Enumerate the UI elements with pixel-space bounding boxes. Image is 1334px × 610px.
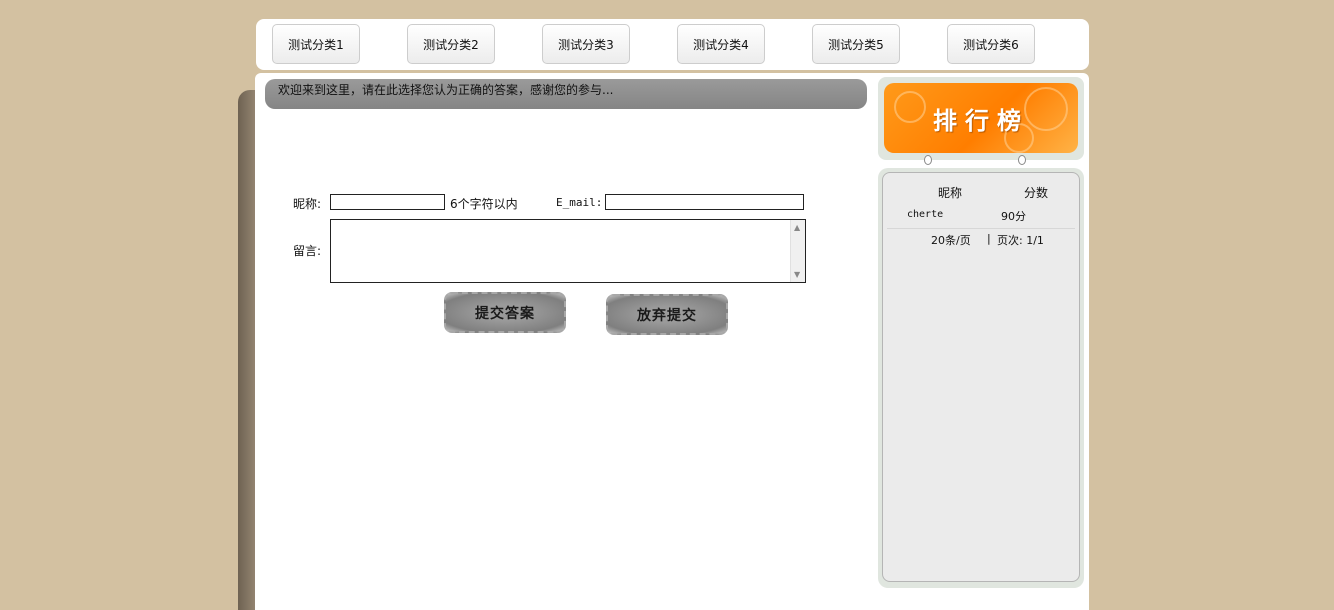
ranking-title: 排行榜 bbox=[933, 105, 1029, 135]
ring-icon bbox=[924, 155, 932, 165]
tab-category-1[interactable]: 测试分类1 bbox=[272, 24, 360, 64]
tab-category-6[interactable]: 测试分类6 bbox=[947, 24, 1035, 64]
ranking-board: 昵称 分数 cherte 90分 20条/页 | 页次: 1/1 bbox=[878, 168, 1084, 588]
ranking-row-name: cherte bbox=[907, 209, 944, 220]
email-input[interactable] bbox=[605, 194, 804, 210]
main-panel: 欢迎来到这里，请在此选择您认为正确的答案，感谢您的参与... 昵称: 6个字符以… bbox=[255, 73, 1089, 610]
row-divider bbox=[887, 228, 1075, 229]
nickname-hint: 6个字符以内 bbox=[450, 197, 518, 211]
message-label: 留言: bbox=[293, 244, 322, 258]
pager-separator: | bbox=[987, 232, 991, 245]
top-nav-bar: 测试分类1 测试分类2 测试分类3 测试分类4 测试分类5 测试分类6 bbox=[256, 19, 1089, 70]
column-header-score: 分数 bbox=[1024, 186, 1049, 200]
nickname-label: 昵称: bbox=[293, 197, 322, 211]
per-page-info: 20条/页 bbox=[931, 234, 971, 247]
tab-category-5[interactable]: 测试分类5 bbox=[812, 24, 900, 64]
abandon-submit-button[interactable]: 放弃提交 bbox=[606, 294, 728, 335]
tab-category-4[interactable]: 测试分类4 bbox=[677, 24, 765, 64]
page-number-info: 页次: 1/1 bbox=[997, 234, 1044, 247]
message-textarea[interactable]: ▲ ▼ bbox=[330, 219, 806, 283]
ranking-table: 昵称 分数 cherte 90分 20条/页 | 页次: 1/1 bbox=[882, 172, 1080, 582]
ranking-banner: 排行榜 bbox=[884, 83, 1078, 153]
ranking-row-score: 90分 bbox=[1001, 210, 1026, 223]
textarea-scrollbar[interactable]: ▲ ▼ bbox=[790, 220, 805, 282]
tab-category-3[interactable]: 测试分类3 bbox=[542, 24, 630, 64]
tab-category-2[interactable]: 测试分类2 bbox=[407, 24, 495, 64]
ring-icon bbox=[1018, 155, 1026, 165]
column-header-nickname: 昵称 bbox=[938, 186, 963, 200]
scroll-up-icon[interactable]: ▲ bbox=[794, 223, 800, 232]
scroll-down-icon[interactable]: ▼ bbox=[794, 270, 800, 279]
nickname-input[interactable] bbox=[330, 194, 445, 210]
email-label: E_mail: bbox=[556, 196, 603, 209]
ranking-header: 排行榜 bbox=[878, 77, 1084, 160]
welcome-bar: 欢迎来到这里，请在此选择您认为正确的答案，感谢您的参与... bbox=[265, 79, 867, 109]
submit-answer-button[interactable]: 提交答案 bbox=[444, 292, 566, 333]
